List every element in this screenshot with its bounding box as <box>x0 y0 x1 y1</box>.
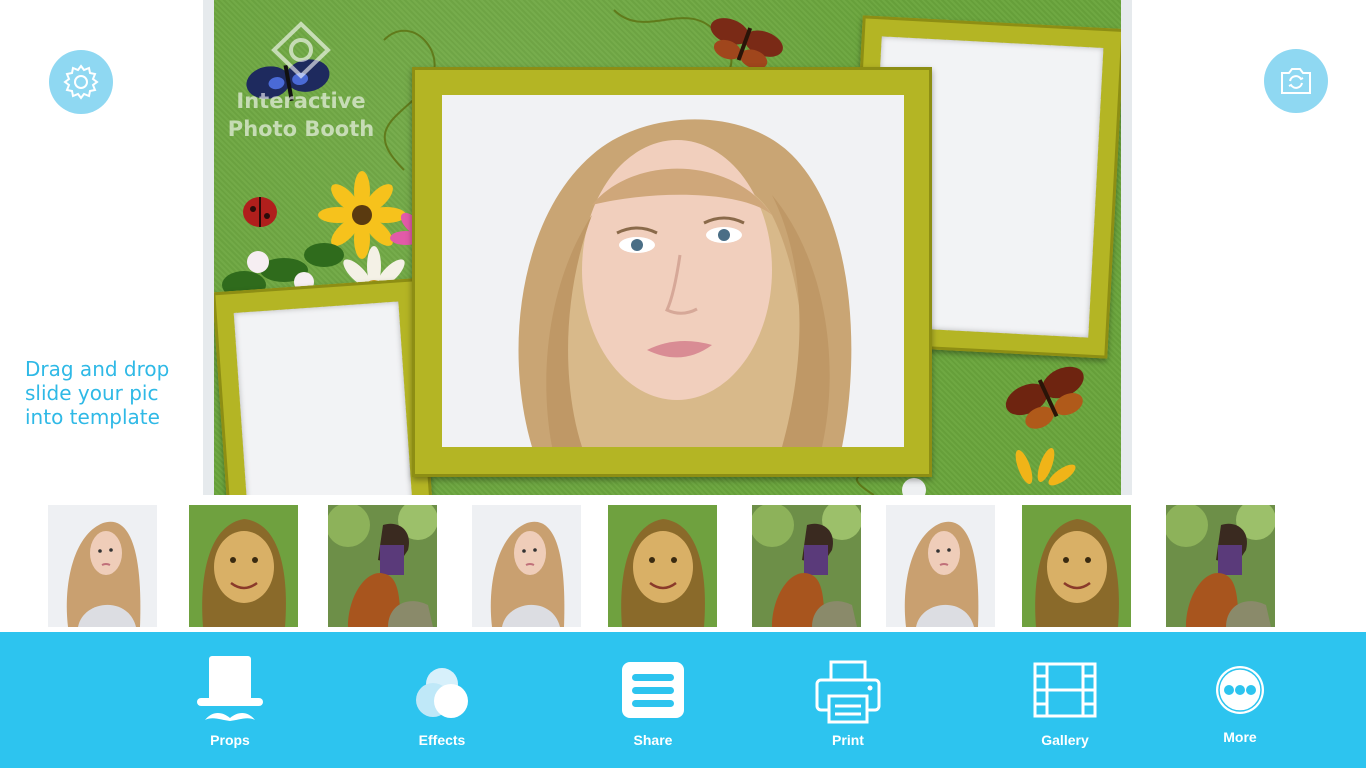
thumbnail-image <box>472 505 581 627</box>
thumbnail-smiling-girl[interactable] <box>608 505 717 627</box>
thumbnail-image <box>189 505 298 627</box>
gallery-button[interactable]: Gallery <box>1010 632 1120 768</box>
photo-frame-left[interactable] <box>214 278 433 495</box>
portrait-photo <box>442 95 904 447</box>
thumbnail-girl-with-dog[interactable] <box>1166 505 1275 627</box>
more-dots-icon <box>1216 666 1264 714</box>
gallery-label: Gallery <box>1041 732 1089 748</box>
thumbnail-image <box>752 505 861 627</box>
settings-button[interactable] <box>49 50 113 114</box>
print-button[interactable]: Print <box>793 632 903 768</box>
thumbnail-smiling-girl[interactable] <box>1022 505 1131 627</box>
thumbnail-girl-with-dog[interactable] <box>752 505 861 627</box>
photo-booth-logo-icon <box>271 21 331 79</box>
print-label: Print <box>832 732 864 748</box>
empty-photo-slot-left[interactable] <box>233 301 413 495</box>
app-watermark: Interactive Photo Booth <box>216 20 386 143</box>
switch-camera-button[interactable] <box>1264 49 1328 113</box>
thumbnail-blonde-woman[interactable] <box>472 505 581 627</box>
effects-circles-icon <box>416 668 468 718</box>
watermark-text: Interactive Photo Booth <box>227 89 375 141</box>
thumbnail-image <box>328 505 437 627</box>
top-hat-mustache-icon <box>197 656 263 721</box>
props-label: Props <box>210 732 250 748</box>
main-photo[interactable] <box>442 95 904 447</box>
effects-button[interactable]: Effects <box>387 632 497 768</box>
share-button[interactable]: Share <box>598 632 708 768</box>
thumbnail-blonde-woman[interactable] <box>48 505 157 627</box>
thumbnail-image <box>1166 505 1275 627</box>
effects-label: Effects <box>418 732 466 748</box>
drag-drop-instruction: Drag and drop slide your pic into templa… <box>25 357 170 429</box>
more-label: More <box>1223 729 1257 745</box>
photo-template[interactable]: Interactive Photo Booth <box>214 0 1121 495</box>
ladybug <box>243 197 277 227</box>
bottom-toolbar: Props Effects Share Print Gallery More <box>0 632 1366 768</box>
share-stack-icon <box>622 662 684 718</box>
printer-icon <box>815 660 881 724</box>
gear-icon <box>63 64 99 100</box>
thumbnail-smiling-girl[interactable] <box>189 505 298 627</box>
thumbnail-blonde-woman[interactable] <box>886 505 995 627</box>
share-label: Share <box>633 732 673 748</box>
film-strip-icon <box>1033 662 1097 718</box>
thumbnail-image <box>48 505 157 627</box>
camera-switch-icon <box>1281 68 1311 94</box>
more-button[interactable]: More <box>1185 632 1295 768</box>
photo-frame-main[interactable] <box>412 67 932 477</box>
thumbnail-image <box>608 505 717 627</box>
template-canvas[interactable]: Interactive Photo Booth <box>203 0 1132 495</box>
thumbnail-image <box>1022 505 1131 627</box>
thumbnail-image <box>886 505 995 627</box>
butterfly-right <box>1005 366 1084 429</box>
thumbnail-girl-with-dog[interactable] <box>328 505 437 627</box>
props-button[interactable]: Props <box>175 632 285 768</box>
